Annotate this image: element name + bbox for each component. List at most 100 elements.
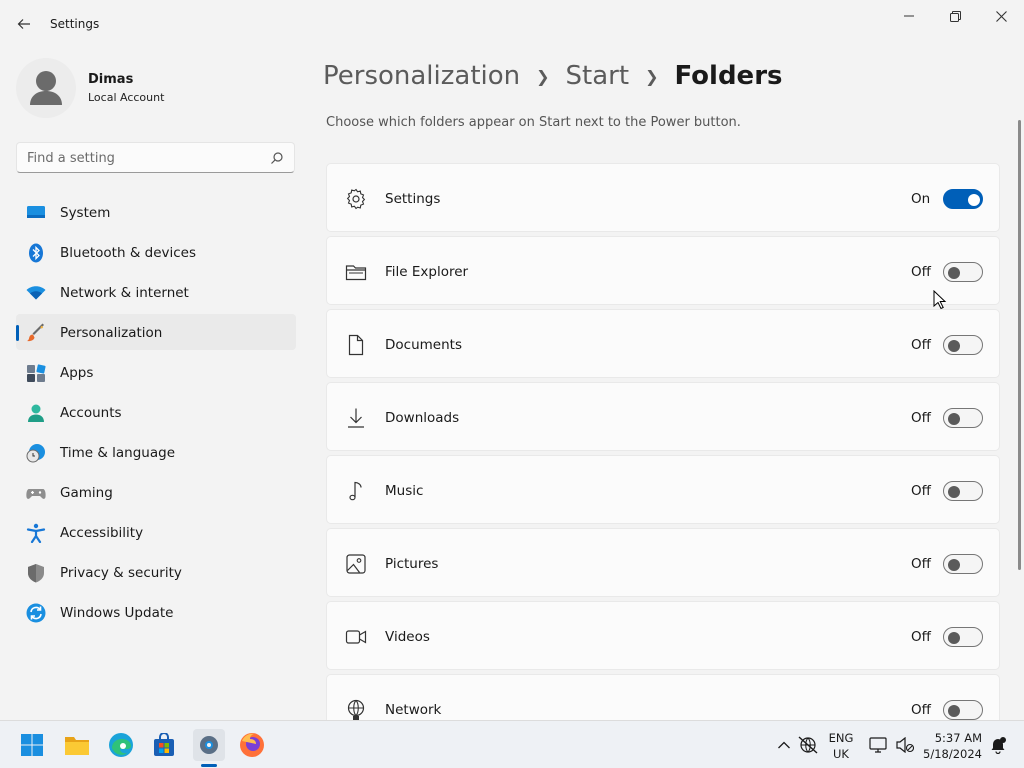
show-hidden-icons-button[interactable] [772,721,796,768]
toggle-state-text: Off [911,556,931,572]
toggle-knob [948,559,960,571]
folder-label: Network [385,702,442,718]
toggle-state-text: On [911,191,931,207]
taskbar-settings[interactable] [193,729,225,761]
user-profile[interactable]: Dimas Local Account [16,58,296,118]
minimize-button[interactable] [886,4,932,28]
folder-list: Settings On File Explorer Off Documents … [326,163,1000,720]
start-button[interactable] [16,729,48,761]
toggle-state-text: Off [911,702,931,718]
close-icon [995,10,1007,22]
sidebar-item-accessibility[interactable]: Accessibility [16,514,296,550]
sidebar-item-label: System [60,205,111,221]
sidebar-item-label: Accessibility [60,525,144,541]
chevron-right-icon: ❯ [645,66,659,86]
toggle-knob [948,486,960,498]
minimize-icon [904,15,914,17]
volume-status-button[interactable] [893,721,917,768]
documents-toggle[interactable] [943,335,983,355]
taskbar-file-explorer[interactable] [61,729,93,761]
user-name: Dimas [88,72,134,87]
gamepad-icon [26,489,46,499]
file-explorer-toggle[interactable] [943,262,983,282]
system-clock[interactable]: 5:37 AM 5/18/2024 [922,730,982,762]
sidebar-item-label: Apps [60,365,94,381]
globe-no-connection-icon [798,736,818,754]
restore-icon [949,10,961,22]
music-toggle[interactable] [943,481,983,501]
videos-toggle[interactable] [943,627,983,647]
toggle-state-text: Off [911,337,931,353]
network-status-button[interactable] [796,721,820,768]
restore-button[interactable] [932,4,978,28]
taskbar-edge[interactable] [105,729,137,761]
breadcrumb-personalization[interactable]: Personalization [323,61,520,91]
display-status-button[interactable] [866,721,890,768]
taskbar-store[interactable] [148,729,180,761]
picture-icon [346,554,366,574]
sidebar-item-time-language[interactable]: Time & language [16,434,296,470]
notification-bell-icon [991,737,1006,754]
toggle-state-text: Off [911,483,931,499]
toggle-knob [948,340,960,352]
folder-label: Documents [385,337,462,353]
clock-date: 5/18/2024 [923,747,982,761]
shield-icon [28,564,44,583]
toggle-state-text: Off [911,264,931,280]
sidebar-item-windows-update[interactable]: Windows Update [16,594,296,630]
document-icon [348,334,364,356]
back-arrow-icon [17,19,30,29]
sidebar-item-privacy[interactable]: Privacy & security [16,554,296,590]
taskbar: ENG UK 5:37 AM 5/18/2024 [0,720,1024,768]
taskbar-firefox[interactable] [236,729,268,761]
sidebar-item-system[interactable]: System [16,194,296,230]
close-button[interactable] [978,4,1024,28]
accessibility-icon [26,523,46,543]
downloads-toggle[interactable] [943,408,983,428]
breadcrumb-start[interactable]: Start [566,61,630,91]
bluetooth-icon [29,243,43,263]
folder-label: File Explorer [385,264,469,280]
person-silhouette-icon [30,71,62,105]
page-description: Choose which folders appear on Start nex… [326,115,741,130]
avatar [16,58,76,118]
edge-browser-icon [109,733,133,757]
language-code: ENG [828,731,854,745]
settings-toggle[interactable] [943,189,983,209]
sidebar-item-network[interactable]: Network & internet [16,274,296,310]
folder-label: Settings [385,191,441,207]
folder-row-videos: Videos Off [326,601,1000,670]
scrollbar[interactable] [1018,120,1021,570]
back-button[interactable] [12,12,36,36]
sidebar-item-label: Accounts [60,405,122,421]
toggle-knob [948,705,960,717]
apps-icon [27,364,46,382]
paintbrush-icon [27,323,44,342]
folder-row-pictures: Pictures Off [326,528,1000,597]
sidebar-item-apps[interactable]: Apps [16,354,296,390]
folder-row-music: Music Off [326,455,1000,524]
keyboard-layout: UK [833,747,849,761]
notification-button[interactable] [986,721,1010,768]
windows-logo-icon [21,734,43,756]
pictures-toggle[interactable] [943,554,983,574]
app-title: Settings [50,17,100,31]
sidebar-item-label: Bluetooth & devices [60,245,197,261]
search-input[interactable]: Find a setting [16,142,295,173]
sidebar-item-gaming[interactable]: Gaming [16,474,296,510]
toggle-state-text: Off [911,410,931,426]
speaker-muted-icon [896,737,914,753]
toggle-knob [948,267,960,279]
sidebar-item-personalization[interactable]: Personalization [16,314,296,350]
sidebar-item-bluetooth[interactable]: Bluetooth & devices [16,234,296,270]
network-globe-icon [347,699,365,720]
folder-row-file-explorer: File Explorer Off [326,236,1000,305]
gear-icon [200,736,218,754]
folder-row-network: Network Off [326,674,1000,720]
clock-time: 5:37 AM [934,731,982,745]
music-note-icon [349,481,362,501]
sidebar-item-accounts[interactable]: Accounts [16,394,296,430]
network-toggle[interactable] [943,700,983,720]
input-language-indicator[interactable]: ENG UK [826,730,856,762]
monitor-icon [869,737,887,753]
